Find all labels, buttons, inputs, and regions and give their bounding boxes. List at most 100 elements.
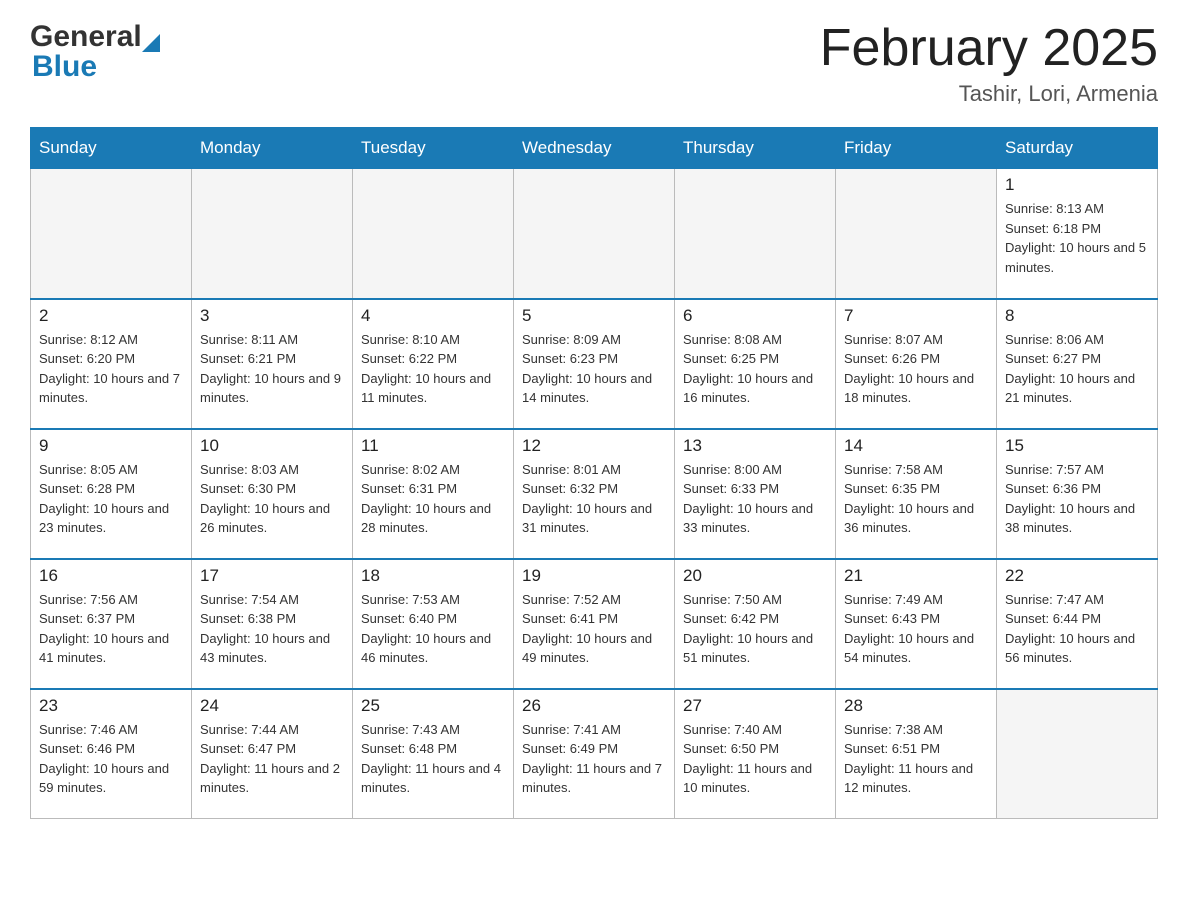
calendar-day-cell [836,169,997,299]
day-sun-info: Sunrise: 8:12 AMSunset: 6:20 PMDaylight:… [39,330,183,408]
day-number: 2 [39,306,183,326]
day-sun-info: Sunrise: 7:43 AMSunset: 6:48 PMDaylight:… [361,720,505,798]
day-number: 16 [39,566,183,586]
day-sun-info: Sunrise: 8:13 AMSunset: 6:18 PMDaylight:… [1005,199,1149,277]
day-number: 18 [361,566,505,586]
day-sun-info: Sunrise: 7:41 AMSunset: 6:49 PMDaylight:… [522,720,666,798]
day-number: 4 [361,306,505,326]
day-sun-info: Sunrise: 8:09 AMSunset: 6:23 PMDaylight:… [522,330,666,408]
calendar-day-cell: 11 Sunrise: 8:02 AMSunset: 6:31 PMDayligh… [353,429,514,559]
day-sun-info: Sunrise: 8:06 AMSunset: 6:27 PMDaylight:… [1005,330,1149,408]
calendar-day-cell: 13 Sunrise: 8:00 AMSunset: 6:33 PMDayligh… [675,429,836,559]
day-sun-info: Sunrise: 7:40 AMSunset: 6:50 PMDaylight:… [683,720,827,798]
calendar-day-cell: 2 Sunrise: 8:12 AMSunset: 6:20 PMDaylight… [31,299,192,429]
calendar-day-cell: 4 Sunrise: 8:10 AMSunset: 6:22 PMDaylight… [353,299,514,429]
day-number: 21 [844,566,988,586]
logo-triangle-icon [142,34,160,52]
calendar-day-cell: 10Sunrise: 8:03 AMSunset: 6:30 PMDayligh… [192,429,353,559]
day-sun-info: Sunrise: 8:08 AMSunset: 6:25 PMDaylight:… [683,330,827,408]
calendar-day-cell [514,169,675,299]
day-number: 9 [39,436,183,456]
logo-blue-text: Blue [32,50,97,83]
calendar-table: SundayMondayTuesdayWednesdayThursdayFrid… [30,127,1158,819]
day-number: 15 [1005,436,1149,456]
day-number: 3 [200,306,344,326]
day-number: 25 [361,696,505,716]
weekday-header-row: SundayMondayTuesdayWednesdayThursdayFrid… [31,128,1158,169]
calendar-day-cell: 27 Sunrise: 7:40 AMSunset: 6:50 PMDayligh… [675,689,836,819]
calendar-day-cell: 22Sunrise: 7:47 AMSunset: 6:44 PMDayligh… [997,559,1158,689]
day-number: 26 [522,696,666,716]
logo: General Blue [30,20,160,84]
calendar-day-cell [353,169,514,299]
calendar-day-cell: 5 Sunrise: 8:09 AMSunset: 6:23 PMDaylight… [514,299,675,429]
day-sun-info: Sunrise: 7:52 AMSunset: 6:41 PMDaylight:… [522,590,666,668]
weekday-header-wednesday: Wednesday [514,128,675,169]
calendar-day-cell: 14 Sunrise: 7:58 AMSunset: 6:35 PMDayligh… [836,429,997,559]
calendar-day-cell: 7Sunrise: 8:07 AMSunset: 6:26 PMDaylight… [836,299,997,429]
calendar-day-cell: 3 Sunrise: 8:11 AMSunset: 6:21 PMDaylight… [192,299,353,429]
calendar-week-row: 9 Sunrise: 8:05 AMSunset: 6:28 PMDaylight… [31,429,1158,559]
calendar-day-cell: 15 Sunrise: 7:57 AMSunset: 6:36 PMDayligh… [997,429,1158,559]
day-number: 8 [1005,306,1149,326]
calendar-week-row: 1 Sunrise: 8:13 AMSunset: 6:18 PMDaylight… [31,169,1158,299]
calendar-week-row: 23 Sunrise: 7:46 AMSunset: 6:46 PMDayligh… [31,689,1158,819]
day-sun-info: Sunrise: 7:49 AMSunset: 6:43 PMDaylight:… [844,590,988,668]
day-number: 10 [200,436,344,456]
weekday-header-sunday: Sunday [31,128,192,169]
calendar-day-cell: 6Sunrise: 8:08 AMSunset: 6:25 PMDaylight… [675,299,836,429]
location-text: Tashir, Lori, Armenia [820,81,1158,107]
day-sun-info: Sunrise: 8:05 AMSunset: 6:28 PMDaylight:… [39,460,183,538]
day-number: 13 [683,436,827,456]
calendar-day-cell: 20Sunrise: 7:50 AMSunset: 6:42 PMDayligh… [675,559,836,689]
day-number: 1 [1005,175,1149,195]
day-number: 27 [683,696,827,716]
day-sun-info: Sunrise: 8:02 AMSunset: 6:31 PMDaylight:… [361,460,505,538]
weekday-header-thursday: Thursday [675,128,836,169]
day-sun-info: Sunrise: 7:58 AMSunset: 6:35 PMDaylight:… [844,460,988,538]
calendar-day-cell: 25 Sunrise: 7:43 AMSunset: 6:48 PMDayligh… [353,689,514,819]
calendar-day-cell [192,169,353,299]
weekday-header-saturday: Saturday [997,128,1158,169]
day-sun-info: Sunrise: 7:50 AMSunset: 6:42 PMDaylight:… [683,590,827,668]
weekday-header-friday: Friday [836,128,997,169]
day-number: 5 [522,306,666,326]
calendar-day-cell: 21 Sunrise: 7:49 AMSunset: 6:43 PMDayligh… [836,559,997,689]
day-sun-info: Sunrise: 7:57 AMSunset: 6:36 PMDaylight:… [1005,460,1149,538]
day-number: 19 [522,566,666,586]
day-sun-info: Sunrise: 8:00 AMSunset: 6:33 PMDaylight:… [683,460,827,538]
page-header: General Blue February 2025 Tashir, Lori,… [30,20,1158,107]
calendar-day-cell: 18Sunrise: 7:53 AMSunset: 6:40 PMDayligh… [353,559,514,689]
day-number: 14 [844,436,988,456]
calendar-day-cell: 12Sunrise: 8:01 AMSunset: 6:32 PMDayligh… [514,429,675,559]
weekday-header-monday: Monday [192,128,353,169]
calendar-day-cell: 19 Sunrise: 7:52 AMSunset: 6:41 PMDayligh… [514,559,675,689]
day-sun-info: Sunrise: 7:54 AMSunset: 6:38 PMDaylight:… [200,590,344,668]
calendar-day-cell: 8 Sunrise: 8:06 AMSunset: 6:27 PMDaylight… [997,299,1158,429]
calendar-day-cell: 9 Sunrise: 8:05 AMSunset: 6:28 PMDaylight… [31,429,192,559]
calendar-week-row: 16 Sunrise: 7:56 AMSunset: 6:37 PMDayligh… [31,559,1158,689]
calendar-day-cell: 26 Sunrise: 7:41 AMSunset: 6:49 PMDayligh… [514,689,675,819]
calendar-day-cell: 28Sunrise: 7:38 AMSunset: 6:51 PMDayligh… [836,689,997,819]
day-sun-info: Sunrise: 8:10 AMSunset: 6:22 PMDaylight:… [361,330,505,408]
title-area: February 2025 Tashir, Lori, Armenia [820,20,1158,107]
calendar-week-row: 2 Sunrise: 8:12 AMSunset: 6:20 PMDaylight… [31,299,1158,429]
day-sun-info: Sunrise: 7:56 AMSunset: 6:37 PMDaylight:… [39,590,183,668]
day-sun-info: Sunrise: 8:11 AMSunset: 6:21 PMDaylight:… [200,330,344,408]
day-number: 12 [522,436,666,456]
calendar-day-cell [31,169,192,299]
day-sun-info: Sunrise: 7:46 AMSunset: 6:46 PMDaylight:… [39,720,183,798]
calendar-day-cell: 1 Sunrise: 8:13 AMSunset: 6:18 PMDaylight… [997,169,1158,299]
calendar-day-cell: 17Sunrise: 7:54 AMSunset: 6:38 PMDayligh… [192,559,353,689]
day-number: 7 [844,306,988,326]
calendar-day-cell [997,689,1158,819]
day-sun-info: Sunrise: 7:38 AMSunset: 6:51 PMDaylight:… [844,720,988,798]
calendar-day-cell: 16 Sunrise: 7:56 AMSunset: 6:37 PMDayligh… [31,559,192,689]
day-sun-info: Sunrise: 7:47 AMSunset: 6:44 PMDaylight:… [1005,590,1149,668]
calendar-day-cell [675,169,836,299]
day-number: 24 [200,696,344,716]
day-number: 23 [39,696,183,716]
weekday-header-tuesday: Tuesday [353,128,514,169]
day-number: 11 [361,436,505,456]
logo-general-text: General [30,20,142,54]
